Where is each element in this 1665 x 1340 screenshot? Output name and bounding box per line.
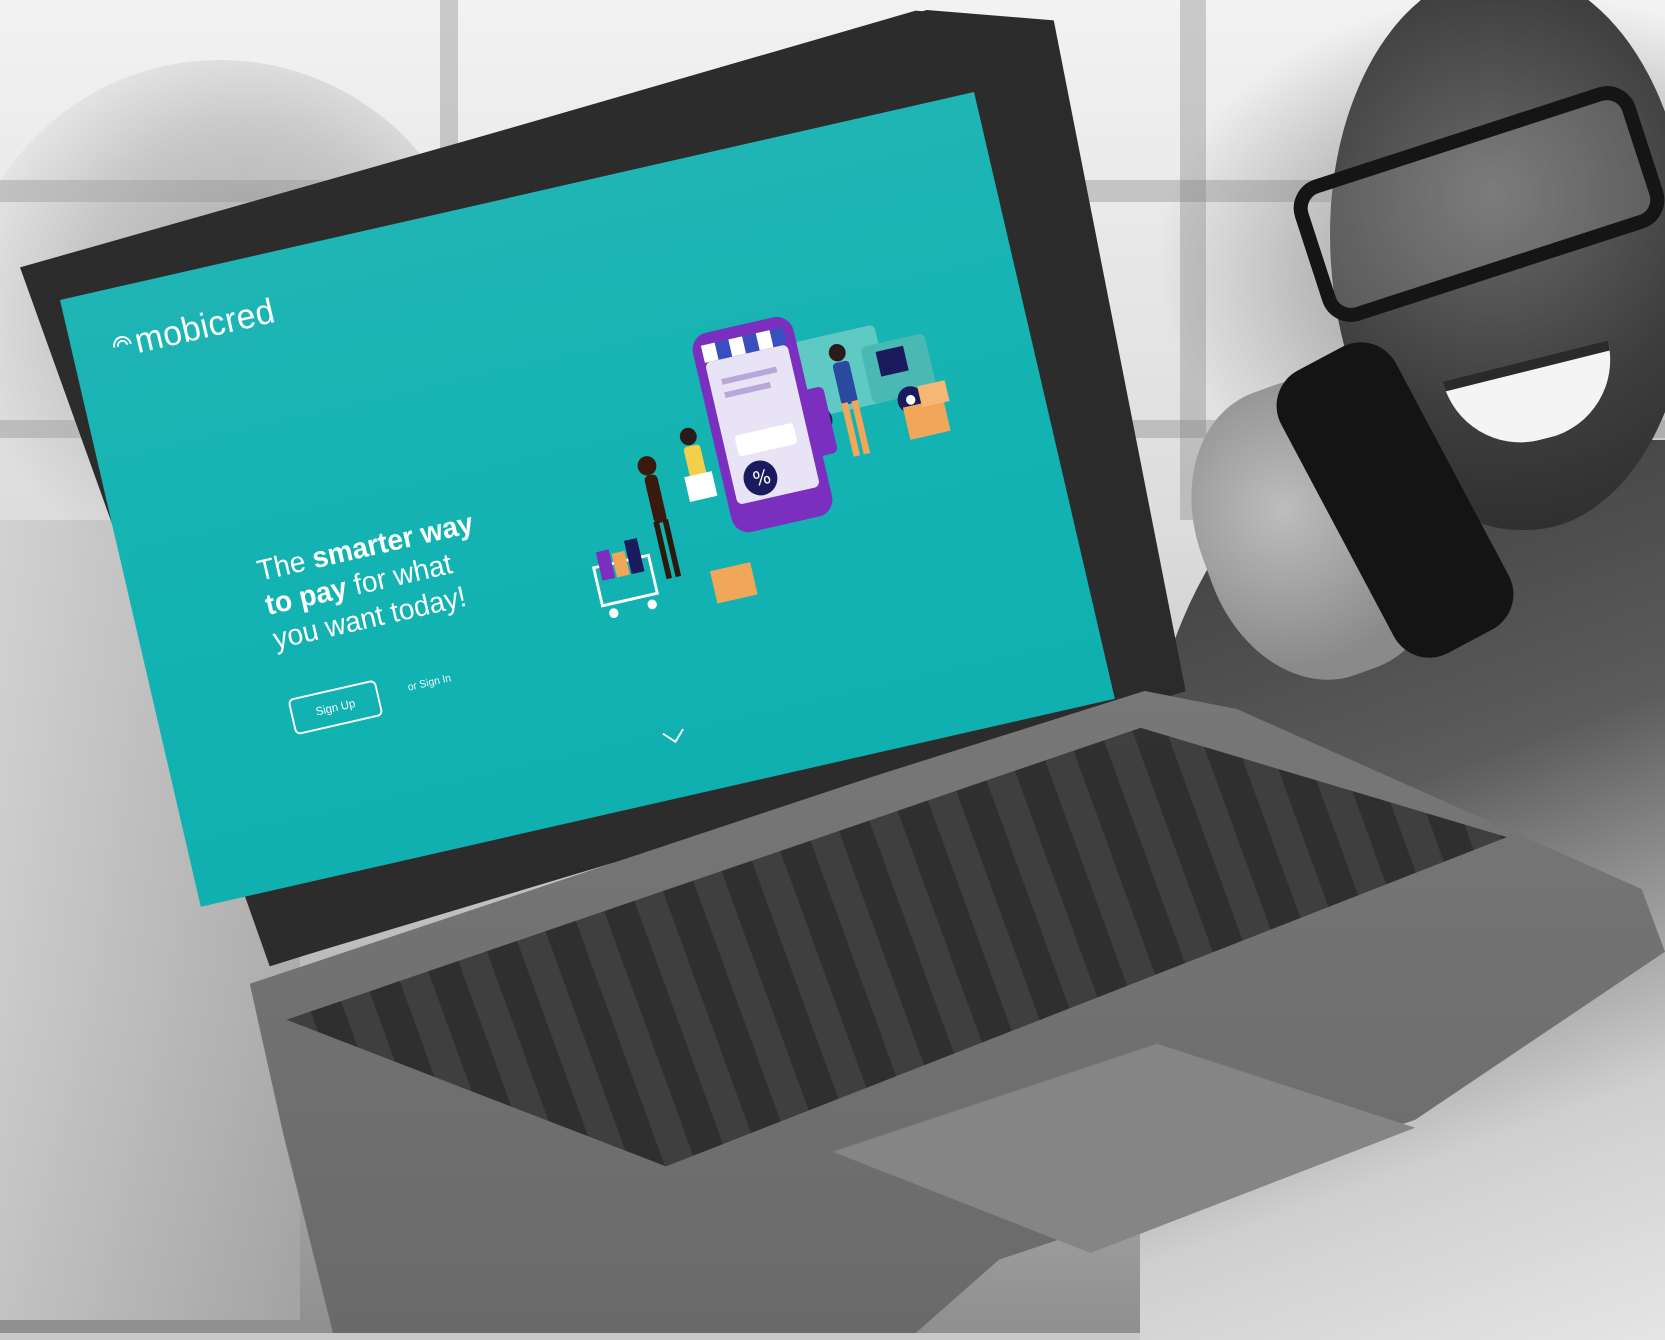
shopping-illustration: %	[591, 316, 951, 618]
hero-headline: The smarter way to pay for what you want…	[254, 493, 552, 658]
shopping-cart-icon	[591, 538, 660, 618]
chevron-down-icon[interactable]	[661, 727, 688, 748]
wifi-signal-icon	[109, 327, 139, 360]
signin-link[interactable]: or Sign In	[407, 672, 453, 693]
brand-name: mobicred	[130, 290, 279, 361]
signup-button[interactable]: Sign Up	[287, 679, 384, 736]
brand-logo[interactable]: mobicred	[109, 290, 279, 366]
